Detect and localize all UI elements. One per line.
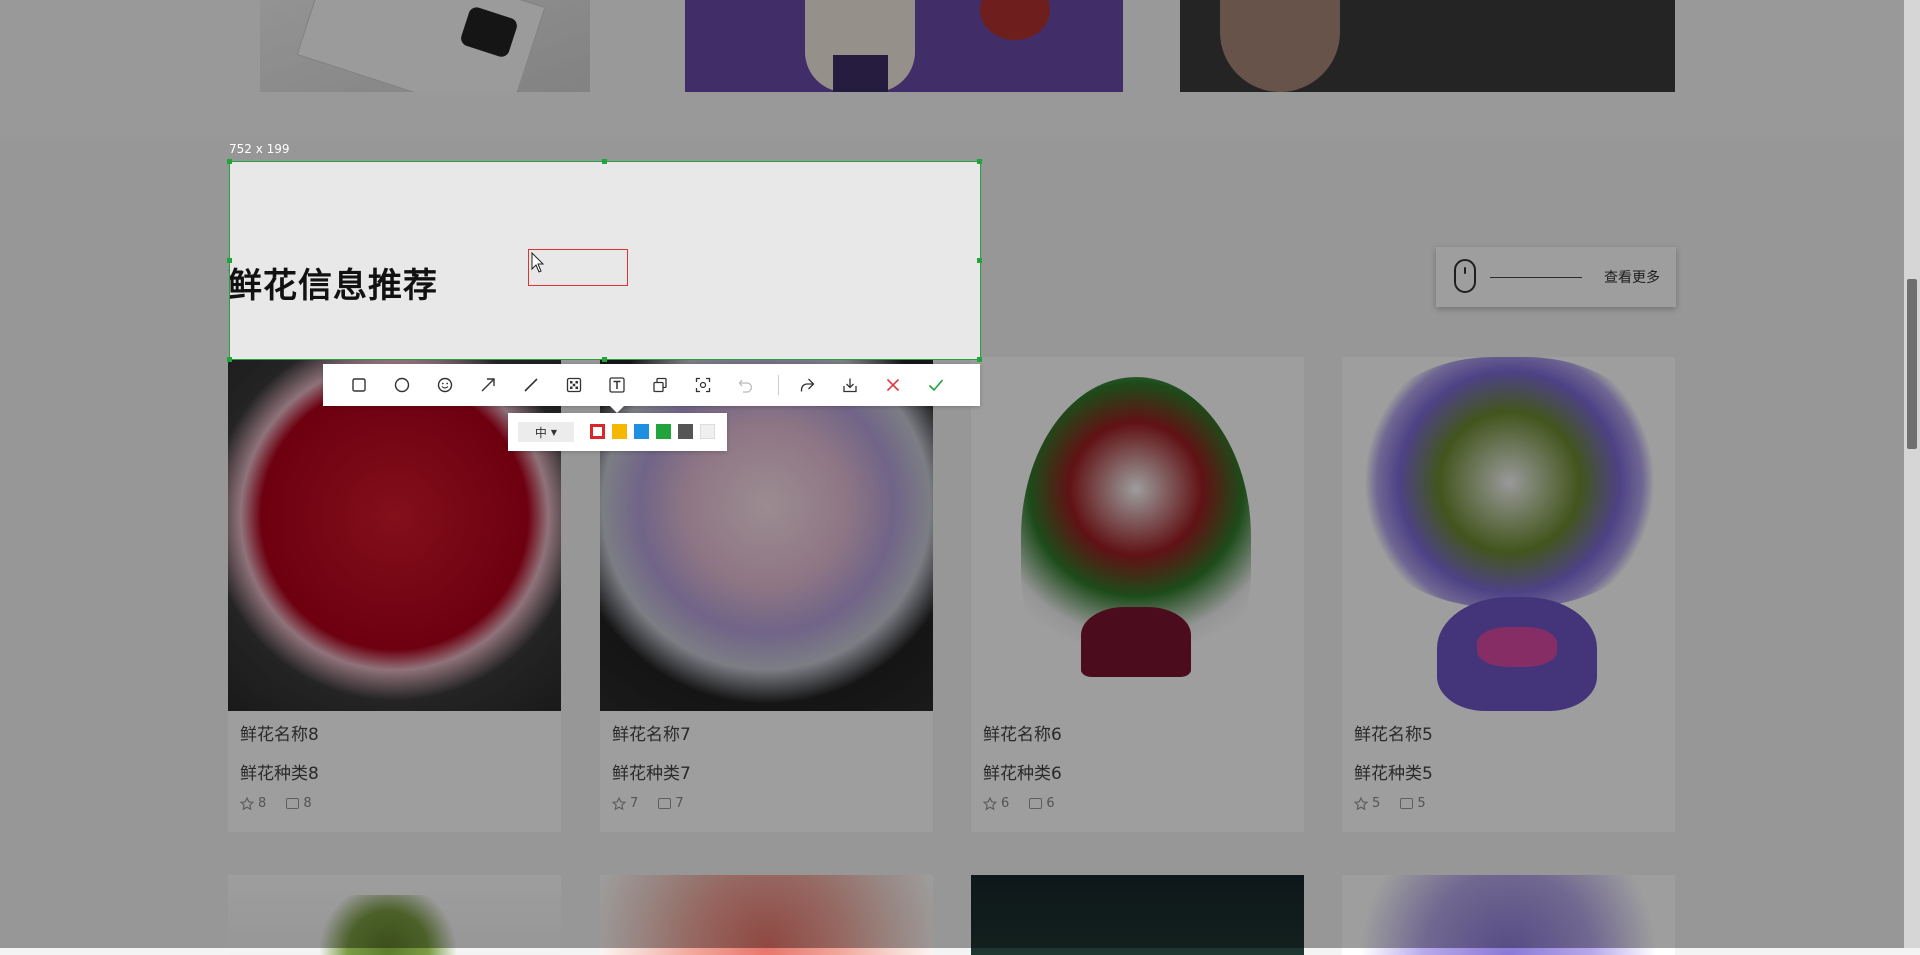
flower-type: 鲜花种类6	[983, 764, 1062, 784]
flower-image[interactable]	[1342, 875, 1675, 955]
banner-image-hands[interactable]	[1180, 0, 1675, 92]
view-more-button[interactable]: 查看更多	[1436, 247, 1676, 307]
comment-icon[interactable]	[286, 798, 300, 809]
download-icon[interactable]	[838, 373, 862, 397]
flower-image[interactable]	[600, 357, 933, 711]
flower-card[interactable]	[971, 875, 1304, 955]
selection-handle[interactable]	[602, 159, 607, 164]
flower-card[interactable]	[228, 875, 561, 955]
flower-name[interactable]: 鲜花名称7	[612, 720, 691, 745]
color-swatch-blue[interactable]	[634, 424, 649, 439]
text-icon[interactable]	[605, 373, 629, 397]
comment-count: 6	[1046, 796, 1055, 811]
color-swatch-white[interactable]	[700, 424, 715, 439]
mosaic-icon[interactable]	[562, 373, 586, 397]
star-icon[interactable]	[611, 796, 627, 811]
color-swatch-green[interactable]	[656, 424, 671, 439]
cursor-icon	[531, 252, 545, 273]
confirm-icon[interactable]	[924, 373, 948, 397]
flower-type: 鲜花种类5	[1354, 764, 1433, 784]
flower-card[interactable]: 鲜花名称5 鲜花种类5 5 5	[1342, 357, 1675, 832]
comment-icon[interactable]	[1400, 798, 1414, 809]
scrollbar[interactable]	[1904, 0, 1920, 948]
flower-image[interactable]	[971, 357, 1304, 711]
like-count: 7	[630, 796, 639, 811]
flower-card[interactable]	[1342, 875, 1675, 955]
flower-card[interactable]	[600, 875, 933, 955]
star-icon[interactable]	[239, 796, 255, 811]
page: 鲜花信息推荐 查看更多 鲜花名称8 鲜花种类8 8 8 鲜花名称7 鲜花种类7 …	[0, 0, 1920, 955]
flower-type: 鲜花种类8	[240, 764, 319, 784]
banner-image-doctor[interactable]	[685, 0, 1123, 92]
comment-count: 7	[675, 796, 684, 811]
flower-name[interactable]: 鲜花名称8	[240, 720, 319, 745]
color-swatch-yellow[interactable]	[612, 424, 627, 439]
comment-icon[interactable]	[658, 798, 672, 809]
flower-image[interactable]	[228, 357, 561, 711]
comment-count: 8	[303, 796, 312, 811]
flower-name[interactable]: 鲜花名称6	[983, 720, 1062, 745]
flower-card[interactable]: 鲜花名称6 鲜花种类6 6 6	[971, 357, 1304, 832]
star-icon[interactable]	[982, 796, 998, 811]
divider-line	[1490, 277, 1582, 278]
share-icon[interactable]	[795, 373, 819, 397]
like-count: 8	[258, 796, 267, 811]
circle-icon[interactable]	[390, 373, 414, 397]
scrollbar-thumb[interactable]	[1907, 279, 1917, 449]
screenshot-toolbar	[323, 364, 980, 406]
like-count: 6	[1001, 796, 1010, 811]
arrow-icon[interactable]	[476, 373, 500, 397]
selection-size-label: 752 x 199	[229, 142, 290, 156]
flower-type: 鲜花种类7	[612, 764, 691, 784]
text-options-bar: 中 ▼	[508, 413, 727, 451]
flower-name[interactable]: 鲜花名称5	[1354, 720, 1433, 745]
chevron-down-icon: ▼	[550, 427, 558, 437]
font-size-select[interactable]: 中 ▼	[518, 422, 574, 442]
selection-section-title: 鲜花信息推荐	[229, 266, 438, 306]
flower-image[interactable]	[600, 875, 933, 955]
selection-handle[interactable]	[602, 357, 607, 362]
selection-handle[interactable]	[227, 357, 232, 362]
color-swatch-gray[interactable]	[678, 424, 693, 439]
color-swatch-red[interactable]	[590, 424, 605, 439]
copy-icon[interactable]	[648, 373, 672, 397]
comment-icon[interactable]	[1029, 798, 1043, 809]
comment-count: 5	[1417, 796, 1426, 811]
cancel-icon[interactable]	[881, 373, 905, 397]
selection-handle[interactable]	[977, 159, 982, 164]
like-count: 5	[1372, 796, 1381, 811]
undo-icon[interactable]	[734, 373, 758, 397]
selection-handle[interactable]	[977, 357, 982, 362]
selection-handle[interactable]	[227, 159, 232, 164]
banner-strip	[0, 0, 1904, 137]
selection-handle[interactable]	[977, 258, 982, 263]
rectangle-icon[interactable]	[347, 373, 371, 397]
font-size-value: 中	[534, 425, 547, 440]
line-icon[interactable]	[519, 373, 543, 397]
flower-image[interactable]	[1342, 357, 1675, 711]
ocr-scan-icon[interactable]	[691, 373, 715, 397]
flower-image[interactable]	[228, 875, 561, 955]
flower-image[interactable]	[971, 875, 1304, 955]
banner-image-newspaper[interactable]	[260, 0, 590, 92]
view-more-label: 查看更多	[1604, 270, 1660, 286]
mouse-icon	[1454, 259, 1476, 293]
emoji-icon[interactable]	[433, 373, 457, 397]
toolbar-pointer	[610, 406, 624, 413]
star-icon[interactable]	[1353, 796, 1369, 811]
toolbar-separator	[778, 375, 779, 395]
selection-handle[interactable]	[227, 258, 232, 263]
